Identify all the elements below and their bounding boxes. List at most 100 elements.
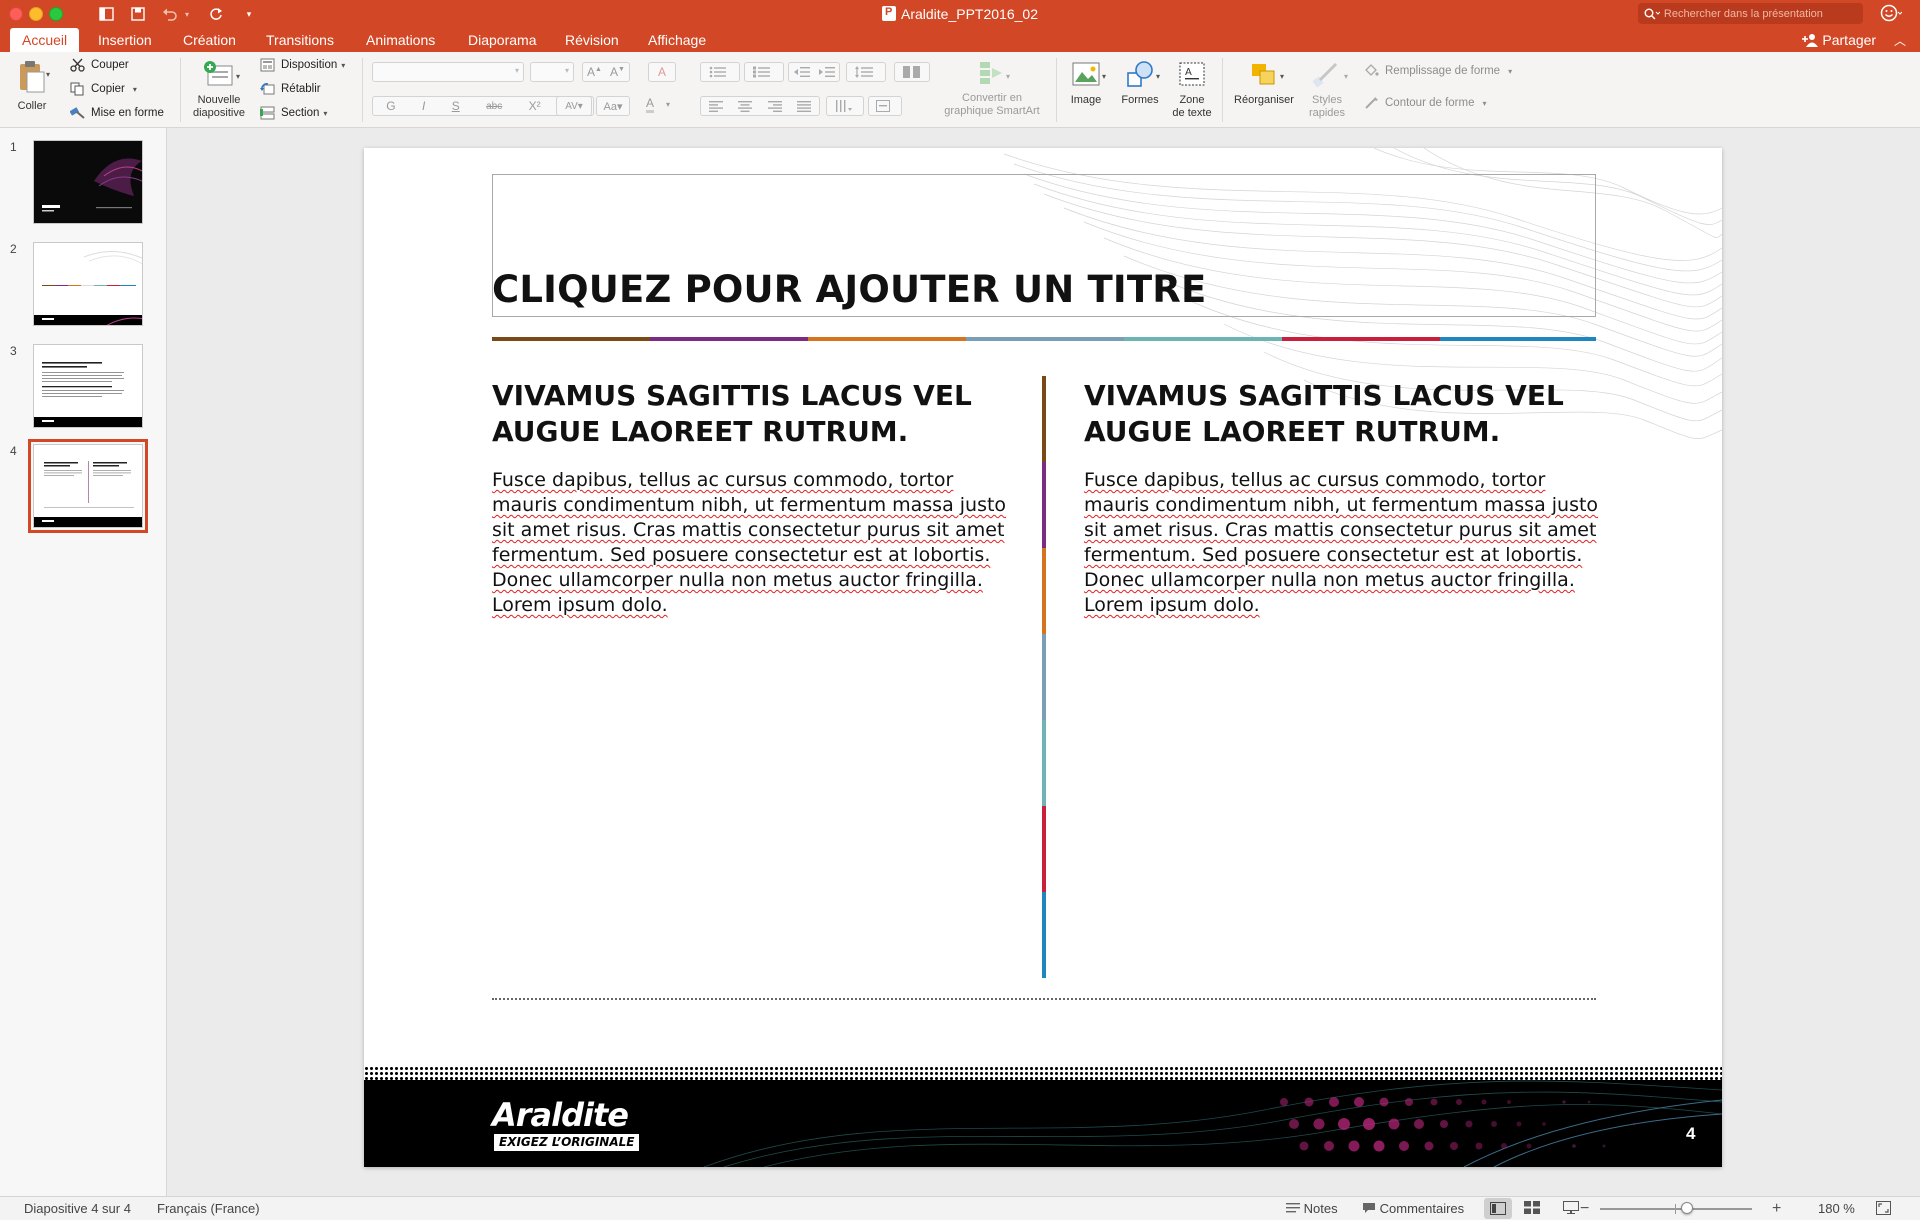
- share-button[interactable]: Partager ︿: [1801, 28, 1906, 52]
- font-family-select[interactable]: ▾: [372, 62, 524, 82]
- align-left-icon: [708, 100, 723, 112]
- shape-outline-dropdown-icon[interactable]: ▾: [1483, 99, 1487, 108]
- arrange-dropdown-icon[interactable]: ▾: [1280, 72, 1284, 81]
- smartart-dropdown-icon[interactable]: ▾: [1006, 72, 1010, 81]
- arrange-button[interactable]: Réorganiser: [1228, 60, 1300, 107]
- convert-smartart-button[interactable]: Convertir en graphique SmartArt: [932, 60, 1052, 118]
- right-column-heading[interactable]: VIVAMUS SAGITTIS LACUS VEL AUGUE LAOREET…: [1084, 378, 1644, 450]
- zoom-out-button[interactable]: −: [1580, 1201, 1589, 1217]
- paste-dropdown-icon[interactable]: ▾: [46, 70, 50, 79]
- tab-insertion[interactable]: Insertion: [86, 28, 164, 52]
- reset-icon: [260, 83, 275, 95]
- tab-transitions[interactable]: Transitions: [254, 28, 346, 52]
- shape-fill-dropdown-icon[interactable]: ▾: [1508, 67, 1512, 76]
- slide-canvas[interactable]: CLIQUEZ POUR AJOUTER UN TITRE VIVAMUS SA…: [364, 148, 1722, 1167]
- line-spacing-button[interactable]: [846, 62, 886, 82]
- tab-animations[interactable]: Animations: [354, 28, 447, 52]
- grow-font-button[interactable]: A▲ A▼: [582, 62, 630, 82]
- zoom-slider[interactable]: [1600, 1202, 1752, 1214]
- comments-button[interactable]: Commentaires: [1362, 1201, 1464, 1217]
- numbering-button[interactable]: [744, 62, 784, 82]
- shape-outline-label: Contour de forme: [1385, 97, 1475, 109]
- layout-button[interactable]: Disposition ▾: [260, 56, 345, 74]
- textbox-button[interactable]: A Zone de texte: [1168, 60, 1216, 120]
- bullets-button[interactable]: [700, 62, 740, 82]
- slide-sorter-button[interactable]: [1524, 1201, 1540, 1217]
- align-text-button[interactable]: [868, 96, 902, 116]
- new-slide-dropdown-icon[interactable]: ▾: [236, 72, 240, 81]
- right-column-body[interactable]: Fusce dapibus, tellus ac cursus commodo,…: [1084, 468, 1604, 618]
- language-status[interactable]: Français (France): [157, 1201, 260, 1217]
- zoom-percent[interactable]: 180 %: [1818, 1201, 1855, 1217]
- columns-button[interactable]: [894, 62, 930, 82]
- cut-button[interactable]: Couper: [70, 56, 129, 74]
- tab-creation[interactable]: Création: [171, 28, 248, 52]
- shapes-dropdown-icon[interactable]: ▾: [1156, 72, 1160, 81]
- zoom-in-button[interactable]: +: [1772, 1201, 1781, 1217]
- clear-format-button[interactable]: A: [648, 62, 676, 82]
- left-column-heading[interactable]: VIVAMUS SAGITTIS LACUS VEL AUGUE LAOREET…: [492, 378, 1052, 450]
- picture-label: Image: [1070, 94, 1102, 106]
- cut-label: Couper: [91, 59, 129, 71]
- shape-fill-button[interactable]: Remplissage de forme ▾: [1364, 62, 1512, 80]
- quick-styles-dropdown-icon[interactable]: ▾: [1344, 72, 1348, 81]
- copy-button[interactable]: Copier ▾: [70, 80, 137, 98]
- change-case-button[interactable]: Aa▾: [596, 96, 630, 116]
- layout-dropdown-icon[interactable]: ▾: [341, 61, 345, 70]
- shapes-button[interactable]: Formes: [1116, 60, 1164, 107]
- slide-title[interactable]: CLIQUEZ POUR AJOUTER UN TITRE: [492, 268, 1206, 311]
- font-color-button[interactable]: A ▾: [640, 94, 676, 114]
- slide-thumbnail-2[interactable]: [33, 242, 143, 326]
- shape-outline-button[interactable]: Contour de forme ▾: [1364, 94, 1487, 112]
- reading-view-button[interactable]: [1563, 1201, 1579, 1217]
- document-title: Araldite_PPT2016_02: [0, 6, 1920, 22]
- section-dropdown-icon[interactable]: ▾: [323, 109, 327, 118]
- copy-dropdown-icon[interactable]: ▾: [133, 85, 137, 94]
- superscript-button[interactable]: X²: [529, 99, 541, 113]
- picture-dropdown-icon[interactable]: ▾: [1102, 72, 1106, 81]
- thumbnail-1-preview: [42, 158, 142, 212]
- font-size-select[interactable]: ▾: [530, 62, 574, 82]
- slide-thumbnail-4[interactable]: [28, 439, 148, 533]
- zoom-slider-thumb[interactable]: [1680, 1202, 1693, 1214]
- paste-button[interactable]: Coller: [10, 60, 54, 113]
- char-spacing-button[interactable]: AV▾: [556, 96, 592, 116]
- new-slide-button[interactable]: Nouvelle diapositive: [186, 60, 252, 120]
- section-button[interactable]: Section ▾: [260, 104, 327, 122]
- slide-thumbnail-1[interactable]: [33, 140, 143, 224]
- collapse-ribbon-icon[interactable]: ︿: [1894, 34, 1906, 48]
- slide-thumbnail-3[interactable]: [33, 344, 143, 428]
- feedback-smiley-icon[interactable]: [1880, 3, 1902, 25]
- section-icon: [260, 106, 275, 120]
- ribbon-separator: [1056, 58, 1057, 122]
- notes-button[interactable]: Notes: [1286, 1201, 1338, 1217]
- tab-accueil[interactable]: Accueil: [10, 28, 80, 52]
- quick-styles-label-line2: rapides: [1308, 107, 1346, 119]
- search-box[interactable]: [1638, 3, 1863, 24]
- tab-affichage[interactable]: Affichage: [636, 28, 718, 52]
- clear-format-icon: A: [657, 65, 666, 79]
- fit-to-window-button[interactable]: [1876, 1201, 1891, 1217]
- text-direction-button[interactable]: [826, 96, 864, 116]
- reset-label: Rétablir: [281, 83, 321, 95]
- italic-button[interactable]: I: [422, 99, 425, 113]
- normal-view-button[interactable]: [1484, 1198, 1512, 1219]
- search-input[interactable]: [1663, 7, 1863, 20]
- underline-button[interactable]: S: [452, 99, 460, 113]
- reset-button[interactable]: Rétablir: [260, 80, 321, 98]
- brand-color-bar-segment: [966, 337, 1124, 341]
- tab-revision[interactable]: Révision: [553, 28, 631, 52]
- thumbnail-number: 4: [10, 444, 17, 458]
- format-painter-button[interactable]: Mise en forme: [70, 104, 164, 122]
- title-bar: ▾ ▾ Araldite_PPT2016_02: [0, 0, 1920, 28]
- quick-styles-button[interactable]: Styles rapides: [1300, 60, 1354, 120]
- indent-buttons[interactable]: [788, 62, 840, 82]
- bold-button[interactable]: G: [386, 99, 395, 113]
- align-buttons[interactable]: [700, 96, 820, 116]
- tab-diaporama[interactable]: Diaporama: [456, 28, 548, 52]
- normal-view-icon: [1490, 1202, 1506, 1215]
- arrange-icon: [1252, 64, 1275, 85]
- left-column-body[interactable]: Fusce dapibus, tellus ac cursus commodo,…: [492, 468, 1012, 618]
- strikethrough-button[interactable]: abc: [486, 101, 502, 112]
- picture-button[interactable]: Image: [1064, 60, 1108, 107]
